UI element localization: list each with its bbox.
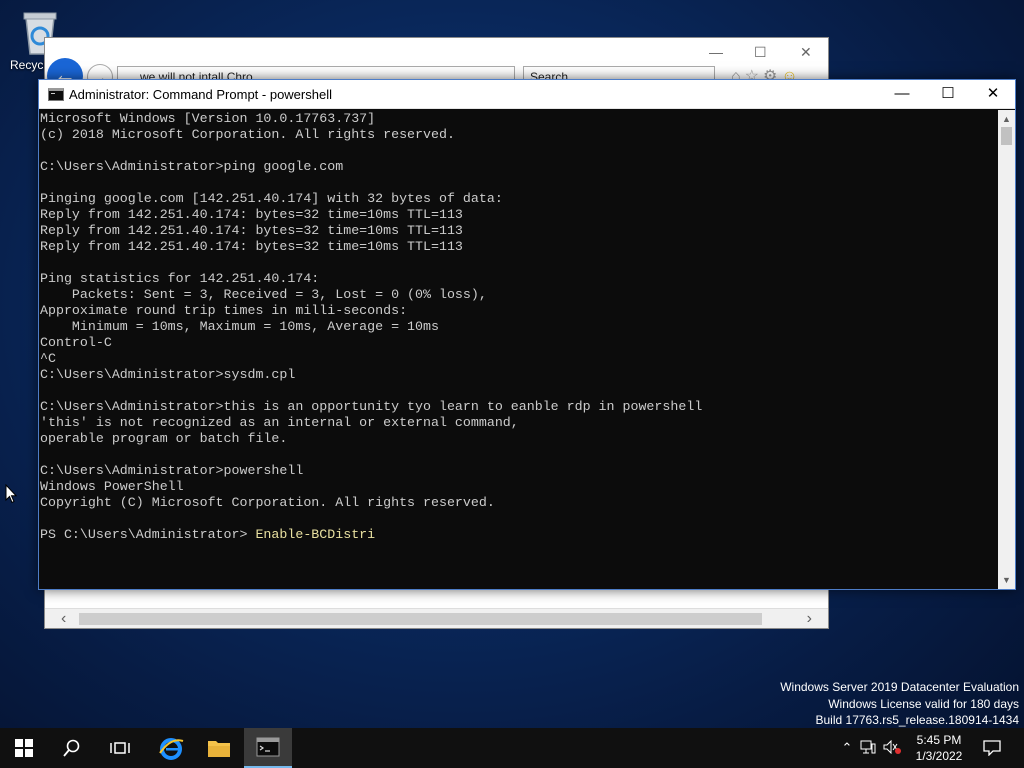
cmd-app-icon[interactable] (48, 88, 64, 101)
console-line: C:\Users\Administrator>ping google.com (40, 159, 998, 175)
console-line: Approximate round trip times in milli-se… (40, 303, 998, 319)
taskbar: ⌃ 5:45 PM 1/3/2022 (0, 728, 1024, 768)
task-view-icon (110, 742, 130, 754)
ie-scroll-thumb[interactable] (79, 613, 762, 625)
console-line: Control-C (40, 335, 998, 351)
cmd-window[interactable]: Administrator: Command Prompt - powershe… (38, 79, 1016, 590)
console-line: C:\Users\Administrator>sysdm.cpl (40, 367, 998, 383)
cmd-scroll-thumb[interactable] (1001, 127, 1012, 145)
start-button[interactable] (0, 728, 48, 768)
console-line-text: Reply from 142.251.40.174: bytes=32 time… (40, 239, 463, 254)
cmd-close-button[interactable]: ✕ (970, 80, 1016, 109)
console-line-text: Pinging google.com [142.251.40.174] with… (40, 191, 503, 206)
network-icon[interactable] (856, 740, 880, 757)
taskbar-internet-explorer[interactable] (147, 728, 195, 768)
console-line-text: C:\Users\Administrator>sysdm.cpl (40, 367, 296, 382)
clock-date: 1/3/2022 (915, 749, 963, 763)
console-line-text: operable program or batch file. (40, 431, 288, 446)
console-line: Minimum = 10ms, Maximum = 10ms, Average … (40, 319, 998, 335)
ie-horizontal-scrollbar[interactable]: ‹ › (45, 608, 828, 628)
console-line-text: Copyright (C) Microsoft Corporation. All… (40, 495, 495, 510)
watermark-build: Build 17763.rs5_release.180914-1434 (815, 713, 1020, 727)
taskbar-file-explorer[interactable] (195, 728, 243, 768)
ie-minimize-button[interactable]: — (709, 44, 723, 60)
windows-logo-icon (15, 739, 33, 757)
search-button[interactable] (48, 728, 96, 768)
console-line-text: Reply from 142.251.40.174: bytes=32 time… (40, 223, 463, 238)
console-line: Microsoft Windows [Version 10.0.17763.73… (40, 111, 998, 127)
console-line-text: Packets: Sent = 3, Received = 3, Lost = … (40, 287, 487, 302)
console-line: Windows PowerShell (40, 479, 998, 495)
console-line: PS C:\Users\Administrator> Enable-BCDist… (40, 527, 998, 543)
console-line: C:\Users\Administrator>this is an opport… (40, 399, 998, 415)
console-line-text: Reply from 142.251.40.174: bytes=32 time… (40, 207, 463, 222)
console-line: 'this' is not recognized as an internal … (40, 415, 998, 431)
console-line-text: Ping statistics for 142.251.40.174: (40, 271, 320, 286)
cmd-minimize-button[interactable]: — (879, 80, 925, 109)
folder-icon (208, 741, 230, 757)
console-line: Copyright (C) Microsoft Corporation. All… (40, 495, 998, 511)
console-current-input[interactable]: Enable-BCDistri (255, 527, 375, 542)
console-line-text: C:\Users\Administrator>this is an opport… (40, 399, 703, 414)
volume-muted-icon[interactable] (880, 739, 904, 757)
taskbar-command-prompt[interactable] (244, 728, 292, 768)
show-hidden-icons-chevron-icon[interactable]: ⌃ (838, 740, 856, 756)
console-line-text: Control-C (40, 335, 112, 350)
console-line: Pinging google.com [142.251.40.174] with… (40, 191, 998, 207)
console-line-text: Minimum = 10ms, Maximum = 10ms, Average … (40, 319, 439, 334)
console-line-text: PS C:\Users\Administrator> (40, 527, 256, 542)
console-output[interactable]: Microsoft Windows [Version 10.0.17763.73… (39, 110, 998, 589)
console-line: operable program or batch file. (40, 431, 998, 447)
scroll-down-arrow-icon[interactable]: ▼ (1002, 575, 1011, 585)
console-line: Reply from 142.251.40.174: bytes=32 time… (40, 239, 998, 255)
console-line: Reply from 142.251.40.174: bytes=32 time… (40, 223, 998, 239)
console-line-text: ^C (40, 351, 56, 366)
console-line-text: (c) 2018 Microsoft Corporation. All righ… (40, 127, 455, 142)
notifications-icon (983, 740, 1001, 756)
watermark-license: Windows License valid for 180 days (828, 696, 1019, 711)
console-line-text: Approximate round trip times in milli-se… (40, 303, 408, 318)
action-center-button[interactable] (968, 728, 1016, 768)
console-line: Reply from 142.251.40.174: bytes=32 time… (40, 207, 998, 223)
ie-maximize-button[interactable]: ☐ (754, 44, 767, 61)
console-line: (c) 2018 Microsoft Corporation. All righ… (40, 127, 998, 143)
search-icon (63, 739, 80, 757)
clock-time: 5:45 PM (916, 733, 962, 747)
console-line: Packets: Sent = 3, Received = 3, Lost = … (40, 287, 998, 303)
windows-watermark: Windows Server 2019 Datacenter Evaluatio… (780, 679, 1019, 729)
scroll-left-arrow-icon[interactable]: ‹ (61, 610, 66, 628)
taskbar-clock[interactable]: 5:45 PM 1/3/2022 (908, 732, 970, 764)
watermark-edition: Windows Server 2019 Datacenter Evaluatio… (780, 680, 1019, 694)
mouse-pointer-icon (5, 483, 18, 504)
cmd-maximize-button[interactable]: ☐ (925, 80, 971, 109)
console-line: C:\Users\Administrator>powershell (40, 463, 998, 479)
console-line: Ping statistics for 142.251.40.174: (40, 271, 998, 287)
console-line-text: C:\Users\Administrator>powershell (40, 463, 304, 478)
cmd-titlebar[interactable]: Administrator: Command Prompt - powershe… (39, 80, 1015, 109)
console-line-text: 'this' is not recognized as an internal … (40, 415, 519, 430)
console-line-text: C:\Users\Administrator>ping google.com (40, 159, 344, 174)
task-view-button[interactable] (96, 728, 144, 768)
cmd-window-title: Administrator: Command Prompt - powershe… (69, 87, 332, 102)
console-line: ^C (40, 351, 998, 367)
scroll-up-arrow-icon[interactable]: ▲ (1002, 114, 1011, 124)
console-line-text: Microsoft Windows [Version 10.0.17763.73… (40, 111, 376, 126)
system-tray: ⌃ (838, 728, 904, 768)
cmd-vertical-scrollbar[interactable]: ▲ ▼ (998, 110, 1015, 589)
ie-titlebar: — ☐ ✕ (45, 38, 828, 66)
console-line-text: Windows PowerShell (40, 479, 184, 494)
command-prompt-icon (256, 737, 280, 757)
internet-explorer-icon (159, 738, 184, 760)
scroll-right-arrow-icon[interactable]: › (807, 610, 812, 628)
ie-close-button[interactable]: ✕ (800, 44, 812, 61)
